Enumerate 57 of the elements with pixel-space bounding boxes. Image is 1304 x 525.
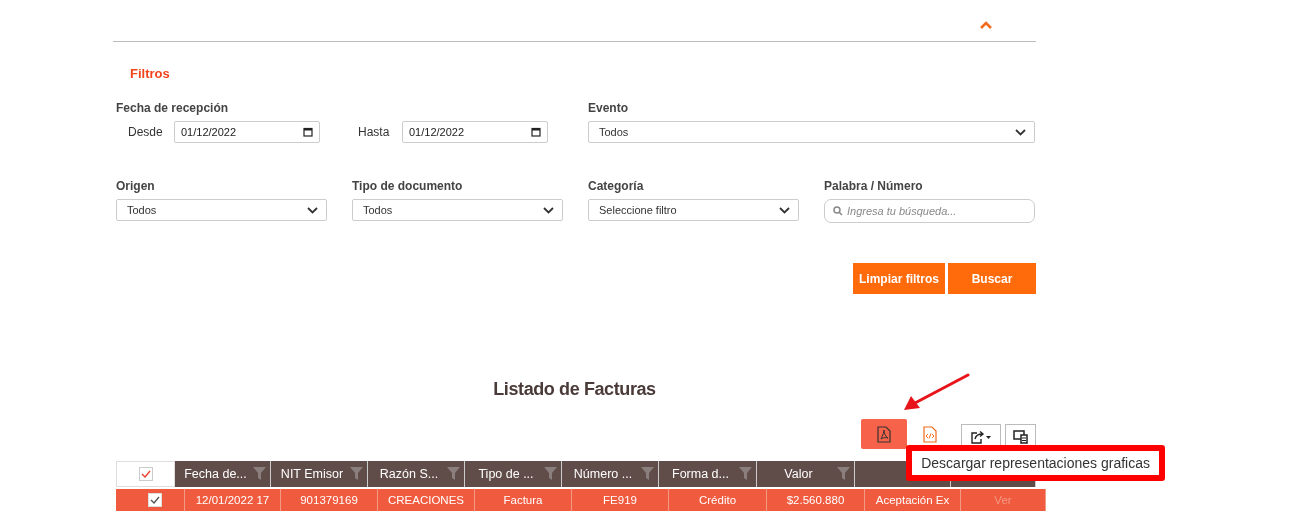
chevron-down-icon [307, 206, 318, 214]
filter-label: Tipo de documento [352, 179, 464, 193]
filter-select[interactable]: Seleccione filtro [588, 199, 799, 221]
search-icon [833, 206, 843, 216]
table-cell: Ver [961, 489, 1046, 511]
table-cell: Factura [475, 489, 572, 511]
collapse-chevron-icon[interactable] [980, 21, 992, 29]
table-cell: $2.560.880 [767, 489, 865, 511]
table-cell: 901379169 [281, 489, 378, 511]
filter-icon[interactable] [739, 467, 752, 480]
chevron-down-icon [779, 206, 790, 214]
column-header: NIT Emisor [271, 461, 368, 487]
date-label: Fecha de recepción [116, 101, 230, 115]
calendar-icon [531, 127, 541, 137]
search-label: Palabra / Número [824, 179, 924, 193]
select-all-checkbox[interactable] [138, 467, 153, 481]
to-label: Hasta [358, 125, 391, 139]
filter-label: Origen [116, 179, 156, 193]
table-cell: Aceptación Ex [865, 489, 961, 511]
date-input[interactable]: 01/12/2022 [174, 121, 320, 143]
annotation-arrow [901, 373, 971, 413]
from-label: Desde [128, 125, 164, 139]
row-checkbox[interactable] [148, 493, 162, 507]
table-cell: Crédito [669, 489, 767, 511]
chevron-down-icon [543, 206, 554, 214]
filter-icon[interactable] [447, 467, 460, 480]
filter-icon[interactable] [544, 467, 557, 480]
columns-icon [1012, 429, 1029, 444]
filter-label: Categoría [588, 179, 645, 193]
table-cell: FE919 [572, 489, 669, 511]
column-header: Razón S... [368, 461, 465, 487]
calendar-icon [303, 127, 313, 137]
table-cell: 12/01/2022 17 [185, 489, 281, 511]
column-header: Forma d... [659, 461, 757, 487]
list-title: Listado de Facturas [493, 379, 656, 401]
filter-icon[interactable] [253, 467, 266, 480]
column-header: Número ... [562, 461, 659, 487]
pdf-file-icon [877, 425, 891, 443]
chevron-down-icon [1015, 128, 1026, 136]
column-header: Tipo de ... [465, 461, 562, 487]
search-field[interactable]: Ingresa tu búsqueda... [824, 199, 1035, 223]
event-label: Evento [588, 101, 629, 115]
tooltip: Descargar representaciones graficas [906, 445, 1165, 481]
filter-icon[interactable] [837, 467, 850, 480]
filter-select[interactable]: Todos [116, 199, 327, 221]
date-input[interactable]: 01/12/2022 [402, 121, 548, 143]
code-file-icon [923, 425, 937, 443]
export-icon [970, 429, 992, 444]
filters-title: Filtros [130, 66, 171, 83]
event-select[interactable]: Todos [588, 121, 1035, 143]
filter-select[interactable]: Todos [352, 199, 563, 221]
column-header: Fecha de... [175, 461, 271, 487]
filter-icon[interactable] [350, 467, 363, 480]
pdf-download-button[interactable] [861, 419, 907, 449]
filter-icon[interactable] [641, 467, 654, 480]
table-cell: CREACIONES [378, 489, 475, 511]
column-header: Valor [757, 461, 855, 487]
